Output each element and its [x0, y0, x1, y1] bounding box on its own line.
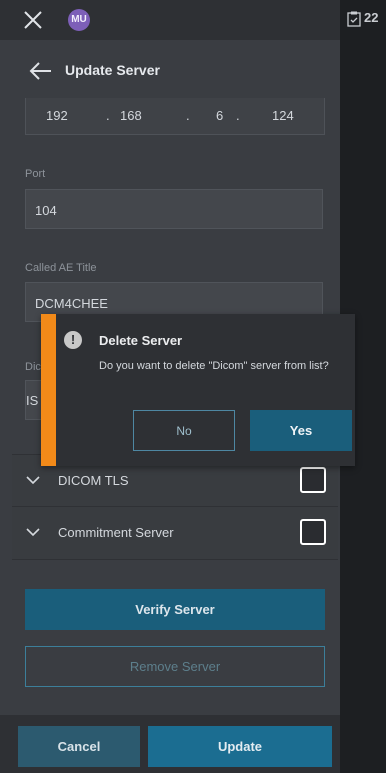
dialog-message: Do you want to delete "Dicom" server fro…: [99, 360, 329, 372]
obscured-field-label: Dic: [25, 361, 41, 373]
called-ae-title-label: Called AE Title: [25, 262, 97, 274]
obscured-field-value: IS: [26, 393, 39, 408]
user-avatar[interactable]: MU: [68, 9, 90, 31]
top-bar: [0, 0, 340, 40]
ip-separator: .: [106, 108, 110, 123]
called-ae-title-value: DCM4CHEE: [35, 296, 108, 311]
warning-icon: !: [64, 331, 82, 349]
no-button[interactable]: No: [133, 410, 235, 451]
page-title: Update Server: [65, 62, 160, 78]
dialog-title: Delete Server: [99, 333, 183, 348]
yes-button[interactable]: Yes: [250, 410, 352, 451]
cancel-button[interactable]: Cancel: [18, 726, 140, 767]
chevron-down-icon[interactable]: [26, 525, 40, 539]
ip-separator: .: [186, 108, 190, 123]
port-value: 104: [35, 203, 57, 218]
ip-octet-3[interactable]: 6: [216, 108, 223, 123]
back-arrow-icon[interactable]: [28, 59, 54, 83]
update-button[interactable]: Update: [148, 726, 332, 767]
commitment-server-checkbox[interactable]: [300, 519, 326, 545]
ip-octet-2[interactable]: 168: [120, 108, 142, 123]
close-icon[interactable]: [22, 9, 44, 31]
verify-server-button[interactable]: Verify Server: [25, 589, 325, 630]
ip-separator: .: [236, 108, 240, 123]
section-commitment-server[interactable]: Commitment Server: [12, 506, 338, 560]
section-label: Commitment Server: [58, 525, 174, 540]
ip-octet-1[interactable]: 192: [46, 108, 68, 123]
ip-address-field[interactable]: 192 . 168 . 6 . 124: [25, 98, 325, 135]
delete-server-dialog: ! Delete Server Do you want to delete "D…: [41, 314, 355, 466]
port-label: Port: [25, 168, 46, 180]
dicom-tls-checkbox[interactable]: [300, 467, 326, 493]
port-field[interactable]: 104: [25, 189, 323, 229]
section-label: DICOM TLS: [58, 473, 129, 488]
remove-server-button[interactable]: Remove Server: [25, 646, 325, 687]
page-header: Update Server: [0, 46, 340, 96]
clipboard-icon: [347, 11, 361, 27]
background-app-number: 22: [364, 10, 379, 25]
ip-octet-4[interactable]: 124: [272, 108, 294, 123]
dialog-warning-accent: [41, 314, 56, 466]
chevron-down-icon[interactable]: [26, 473, 40, 487]
